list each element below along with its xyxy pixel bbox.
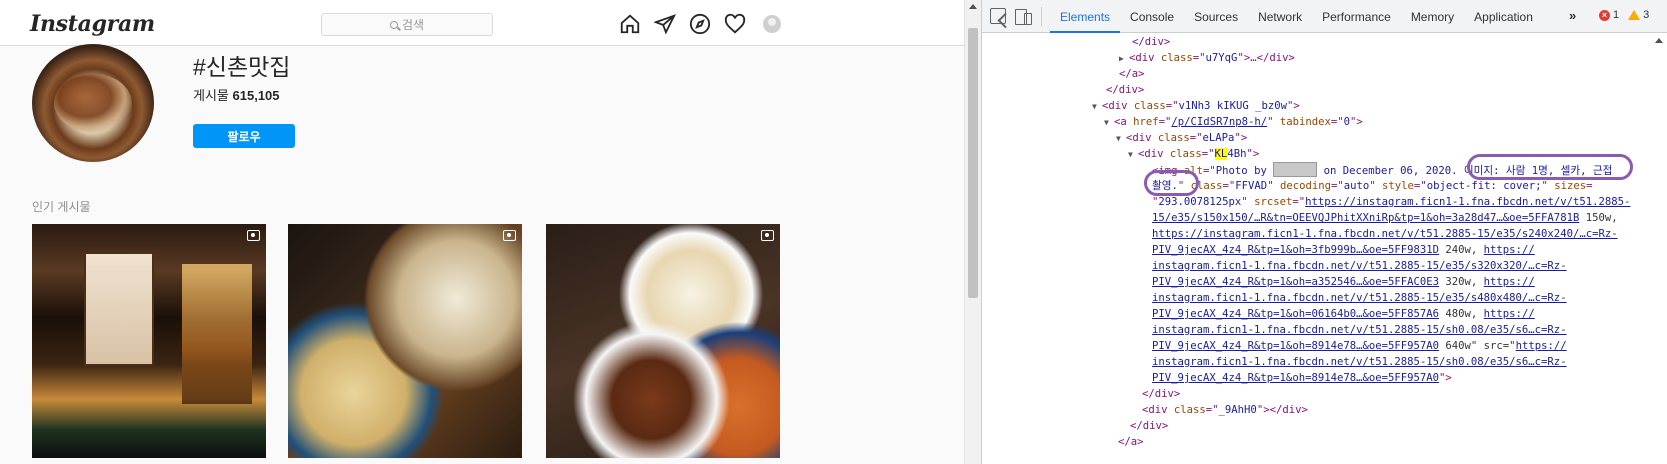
code-line[interactable]: <img alt="Photo by on December 06, 2020.… xyxy=(1152,162,1612,178)
hashtag-profile-image xyxy=(32,44,154,162)
code-line[interactable]: PIV_9jecAX_4z4_R&tp=1&oh=a352546…&oe=5FF… xyxy=(1152,274,1535,290)
code-line[interactable]: ▶ <div class="u7YqG">…</div> xyxy=(1119,50,1295,66)
code-line[interactable]: 촬영." class="FFVAD" decoding="auto" style… xyxy=(1152,178,1593,194)
code-line[interactable]: </div> xyxy=(1130,418,1168,434)
code-line[interactable]: instagram.ficn1-1.fna.fbcdn.net/v/t51.28… xyxy=(1152,290,1567,306)
search-placeholder: 검색 xyxy=(401,18,425,32)
carousel-icon xyxy=(247,230,260,241)
heart-icon[interactable] xyxy=(724,13,746,35)
code-line[interactable]: https://instagram.ficn1-1.fna.fbcdn.net/… xyxy=(1152,226,1618,242)
carousel-icon xyxy=(503,230,516,241)
tab-elements[interactable]: Elements xyxy=(1050,0,1121,33)
elements-scrollbar[interactable] xyxy=(1651,34,1667,464)
inspect-element-icon[interactable] xyxy=(990,8,1006,24)
code-line[interactable]: <div class="_9AhH0"></div> xyxy=(1142,402,1308,418)
code-line[interactable]: </div> xyxy=(1142,386,1180,402)
code-line[interactable]: instagram.ficn1-1.fna.fbcdn.net/v/t51.28… xyxy=(1152,258,1567,274)
page-scrollbar[interactable] xyxy=(964,0,981,464)
code-line[interactable]: 15/e35/s150x150/…R&tn=OEEVQJPhitXXniRp&t… xyxy=(1152,210,1618,226)
code-line[interactable]: "293.0078125px" srcset="https://instagra… xyxy=(1152,194,1630,210)
code-line[interactable]: PIV_9jecAX_4z4_R&tp=1&oh=3fb999b…&oe=5FF… xyxy=(1152,242,1535,258)
redacted-username xyxy=(1273,162,1318,177)
tab-performance[interactable]: Performance xyxy=(1312,0,1401,33)
profile-avatar[interactable] xyxy=(761,13,783,35)
post-thumbnail[interactable] xyxy=(288,224,522,458)
devtools-tabs: Elements Console Sources Network Perform… xyxy=(1050,0,1543,33)
collapse-arrow-icon[interactable]: ▼ xyxy=(1092,99,1102,115)
scrollbar-thumb[interactable] xyxy=(968,28,978,298)
expand-arrow-icon[interactable]: ▶ xyxy=(1119,51,1129,67)
error-count: 1 xyxy=(1613,9,1620,21)
scroll-up-arrow-icon[interactable] xyxy=(969,4,977,9)
tab-network[interactable]: Network xyxy=(1248,0,1312,33)
collapse-arrow-icon[interactable]: ▼ xyxy=(1116,131,1126,147)
collapse-arrow-icon[interactable]: ▼ xyxy=(1104,115,1114,131)
code-line[interactable]: ▼ <div class="v1Nh3 kIKUG _bz0w"> xyxy=(1092,98,1300,114)
code-line[interactable]: instagram.ficn1-1.fna.fbcdn.net/v/t51.28… xyxy=(1152,322,1567,338)
posts-count: 615,105 xyxy=(232,88,280,103)
code-line[interactable]: PIV_9jecAX_4z4_R&tp=1&oh=8914e78…&oe=5FF… xyxy=(1152,338,1567,354)
carousel-icon xyxy=(761,230,774,241)
home-icon[interactable] xyxy=(619,13,641,35)
popular-posts-label: 인기 게시물 xyxy=(32,200,91,214)
error-warning-counter[interactable]: × 1 3 xyxy=(1599,9,1649,21)
code-line[interactable]: </div> xyxy=(1106,82,1144,98)
instagram-page: Instagram 검색 #신촌맛집 게시물 615,105 팔로우 인기 게시… xyxy=(0,0,964,464)
instagram-header: Instagram 검색 xyxy=(0,0,964,46)
more-tabs-icon[interactable]: » xyxy=(1569,8,1576,23)
direct-icon[interactable] xyxy=(653,13,676,35)
explore-icon[interactable] xyxy=(689,13,711,35)
tab-sources[interactable]: Sources xyxy=(1184,0,1248,33)
code-line[interactable]: PIV_9jecAX_4z4_R&tp=1&oh=06164b0…&oe=5FF… xyxy=(1152,306,1535,322)
code-line[interactable]: ▼ <div class="eLAPa"> xyxy=(1116,130,1247,146)
post-thumbnail[interactable] xyxy=(546,224,780,458)
code-line[interactable]: ▼ <a href="/p/CIdSR7np8-h/" tabindex="0"> xyxy=(1104,114,1363,130)
elements-tree[interactable]: </div> ▶ <div class="u7YqG">…</div> </a> … xyxy=(982,34,1651,464)
instagram-logo[interactable]: Instagram xyxy=(30,11,155,37)
tab-console[interactable]: Console xyxy=(1120,0,1184,33)
posts-label: 게시물 xyxy=(193,88,229,103)
posts-count-line: 게시물 615,105 xyxy=(193,85,280,104)
tab-application[interactable]: Application xyxy=(1464,0,1543,33)
tab-memory[interactable]: Memory xyxy=(1401,0,1464,33)
hashtag-title: #신촌맛집 xyxy=(193,54,291,80)
warning-icon xyxy=(1628,10,1641,20)
avatar-icon xyxy=(763,15,781,33)
post-thumbnail[interactable] xyxy=(32,224,266,458)
collapse-arrow-icon[interactable]: ▼ xyxy=(1128,147,1138,163)
devtools-toolbar: Elements Console Sources Network Perform… xyxy=(982,0,1667,33)
error-icon: × xyxy=(1599,9,1610,21)
code-line[interactable]: </div> xyxy=(1132,34,1170,50)
search-icon xyxy=(389,20,398,29)
warning-count: 3 xyxy=(1643,9,1650,21)
device-toolbar-icon[interactable] xyxy=(1015,8,1032,25)
code-line[interactable]: </a> xyxy=(1118,434,1144,450)
scroll-up-arrow-icon[interactable] xyxy=(1655,38,1663,43)
code-line[interactable]: ▼ <div class="KL4Bh"> xyxy=(1128,146,1259,162)
search-input[interactable]: 검색 xyxy=(321,13,493,36)
code-line[interactable]: PIV_9jecAX_4z4_R&tp=1&oh=8914e78…&oe=5FF… xyxy=(1152,370,1452,386)
toolbar-divider xyxy=(1041,7,1042,26)
devtools-panel: Elements Console Sources Network Perform… xyxy=(981,0,1667,464)
code-line[interactable]: instagram.ficn1-1.fna.fbcdn.net/v/t51.28… xyxy=(1152,354,1567,370)
code-line[interactable]: </a> xyxy=(1119,66,1145,82)
follow-button[interactable]: 팔로우 xyxy=(193,124,295,148)
